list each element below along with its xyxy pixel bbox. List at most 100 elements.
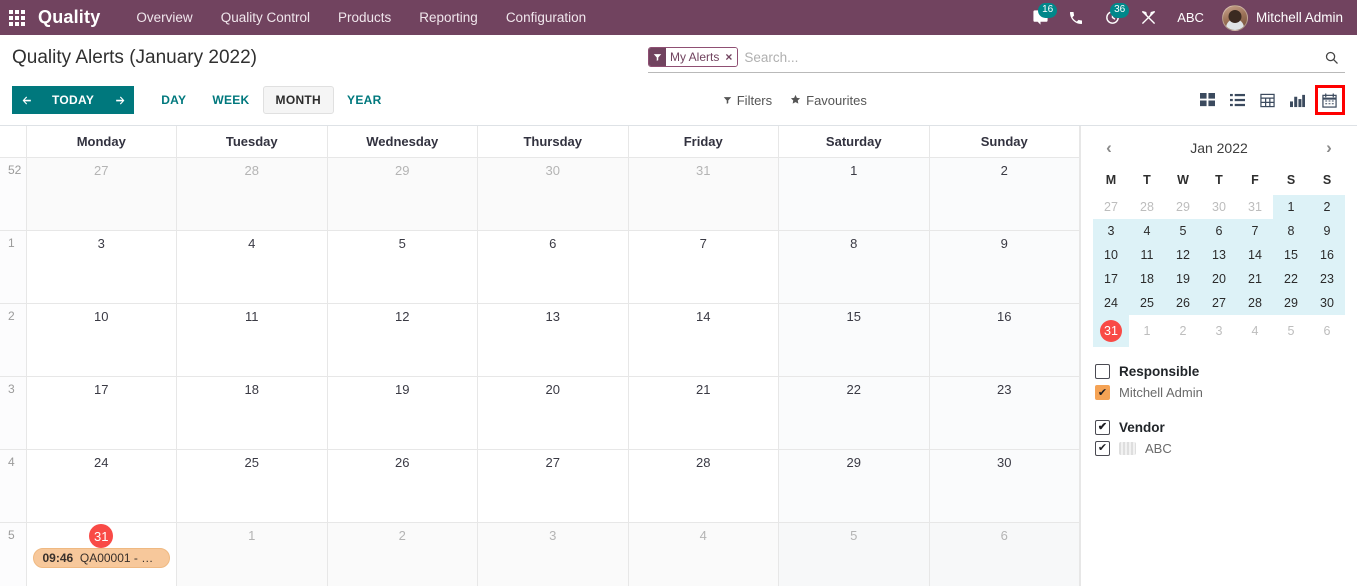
calendar-day-cell[interactable]: 10 [25,303,177,377]
facet-remove-icon[interactable]: × [723,48,738,66]
calendar-day-cell[interactable]: 2 [928,157,1080,231]
mini-calendar-day[interactable]: 30 [1201,195,1237,219]
list-view-icon[interactable] [1225,87,1251,113]
calendar-view-icon[interactable] [1314,85,1345,115]
mini-calendar-day[interactable]: 20 [1201,267,1237,291]
calendar-day-cell[interactable]: 27 [477,449,629,523]
mini-calendar-day[interactable]: 29 [1165,195,1201,219]
mini-calendar-day[interactable]: 30 [1309,291,1345,315]
filter-section-header[interactable]: Vendor [1093,417,1345,438]
mini-calendar-day[interactable]: 5 [1273,315,1309,347]
mini-calendar-day[interactable]: 17 [1093,267,1129,291]
mini-calendar-day[interactable]: 2 [1165,315,1201,347]
search-icon[interactable] [1317,50,1345,65]
favourites-dropdown[interactable]: Favourites [790,93,867,108]
wrench-tools-icon[interactable] [1131,0,1165,35]
mini-calendar-day[interactable]: 28 [1237,291,1273,315]
next-period-button[interactable] [106,86,135,114]
calendar-day-cell[interactable]: 29 [778,449,930,523]
calendar-day-cell[interactable]: 20 [477,376,629,450]
menu-reporting[interactable]: Reporting [405,0,492,35]
abc-checkbox[interactable] [1095,441,1110,456]
mini-calendar-day[interactable]: 27 [1201,291,1237,315]
calendar-day-cell[interactable]: 6 [477,230,629,304]
mini-calendar-day[interactable]: 6 [1309,315,1345,347]
mini-calendar-day[interactable]: 3 [1093,219,1129,243]
calendar-day-cell[interactable]: 8 [778,230,930,304]
filter-section-header[interactable]: Responsible [1093,361,1345,382]
messages-icon[interactable]: 16 [1023,0,1058,35]
mini-calendar-day[interactable]: 29 [1273,291,1309,315]
mini-calendar-day[interactable]: 18 [1129,267,1165,291]
vendor-section-checkbox[interactable] [1095,420,1110,435]
calendar-day-cell[interactable]: 15 [778,303,930,377]
mini-calendar-day[interactable]: 25 [1129,291,1165,315]
calendar-day-cell[interactable]: 23 [928,376,1080,450]
mini-calendar-day[interactable]: 26 [1165,291,1201,315]
calendar-day-cell[interactable]: 19 [326,376,478,450]
calendar-day-cell[interactable]: 24 [25,449,177,523]
mini-calendar-day[interactable]: 22 [1273,267,1309,291]
calendar-day-cell[interactable]: 31 [627,157,779,231]
calendar-day-cell[interactable]: 11 [176,303,328,377]
mini-calendar-day[interactable]: 9 [1309,219,1345,243]
today-button[interactable]: TODAY [40,86,107,114]
search-input[interactable] [744,49,1317,65]
calendar-event[interactable]: 09:46 QA00001 - PEN [32,548,170,568]
mini-calendar-day[interactable]: 31 [1093,315,1129,347]
mini-calendar-day[interactable]: 8 [1273,219,1309,243]
calendar-day-cell[interactable]: 13 [477,303,629,377]
mini-calendar-day[interactable]: 27 [1093,195,1129,219]
mini-calendar-day[interactable]: 23 [1309,267,1345,291]
mini-calendar-day[interactable]: 12 [1165,243,1201,267]
calendar-day-cell[interactable]: 21 [627,376,779,450]
calendar-day-cell[interactable]: 6 [928,522,1080,586]
app-brand-quality[interactable]: Quality [34,7,122,28]
calendar-day-cell[interactable]: 14 [627,303,779,377]
calendar-day-cell[interactable]: 30 [477,157,629,231]
calendar-day-cell[interactable]: 1 [778,157,930,231]
mini-calendar-day[interactable]: 2 [1309,195,1345,219]
mini-calendar-day[interactable]: 14 [1237,243,1273,267]
calendar-day-cell[interactable]: 27 [25,157,177,231]
scale-day[interactable]: DAY [148,86,199,114]
mini-calendar-day[interactable]: 16 [1309,243,1345,267]
calendar-day-cell[interactable]: 2 [326,522,478,586]
scale-week[interactable]: WEEK [199,86,262,114]
calendar-day-cell[interactable]: 30 [928,449,1080,523]
filters-dropdown[interactable]: Filters [723,93,772,108]
calendar-day-cell[interactable]: 1 [176,522,328,586]
calendar-day-cell[interactable]: 5 [326,230,478,304]
mini-calendar-day[interactable]: 4 [1237,315,1273,347]
mini-calendar-day[interactable]: 31 [1237,195,1273,219]
chevron-right-icon[interactable]: › [1319,138,1339,158]
calendar-day-cell[interactable]: 18 [176,376,328,450]
calendar-day-cell[interactable]: 3 [477,522,629,586]
calendar-day-cell[interactable]: 313109:46 QA00001 - PEN [25,522,177,586]
scale-month[interactable]: MONTH [262,86,335,114]
prev-period-button[interactable] [12,86,40,114]
mini-calendar-day[interactable]: 10 [1093,243,1129,267]
calendar-day-cell[interactable]: 25 [176,449,328,523]
mini-calendar-day[interactable]: 3 [1201,315,1237,347]
calendar-day-cell[interactable]: 28 [176,157,328,231]
calendar-day-cell[interactable]: 22 [778,376,930,450]
responsible-section-checkbox[interactable] [1095,364,1110,379]
chevron-left-icon[interactable]: ‹ [1099,138,1119,158]
pivot-view-icon[interactable] [1255,87,1281,113]
calendar-day-cell[interactable]: 12 [326,303,478,377]
scale-year[interactable]: YEAR [334,86,395,114]
mitchell-admin-checkbox[interactable] [1095,385,1110,400]
search-facet-my-alerts[interactable]: My Alerts × [648,47,739,67]
graph-view-icon[interactable] [1285,87,1311,113]
mini-calendar-day[interactable]: 21 [1237,267,1273,291]
search-bar[interactable]: My Alerts × [648,43,1345,73]
mini-calendar-day[interactable]: 28 [1129,195,1165,219]
apps-grid-icon[interactable] [0,0,34,35]
mini-calendar-day[interactable]: 7 [1237,219,1273,243]
menu-products[interactable]: Products [324,0,405,35]
mini-calendar-day[interactable]: 6 [1201,219,1237,243]
kanban-view-icon[interactable] [1195,87,1221,113]
menu-configuration[interactable]: Configuration [492,0,600,35]
mini-calendar-day[interactable]: 4 [1129,219,1165,243]
